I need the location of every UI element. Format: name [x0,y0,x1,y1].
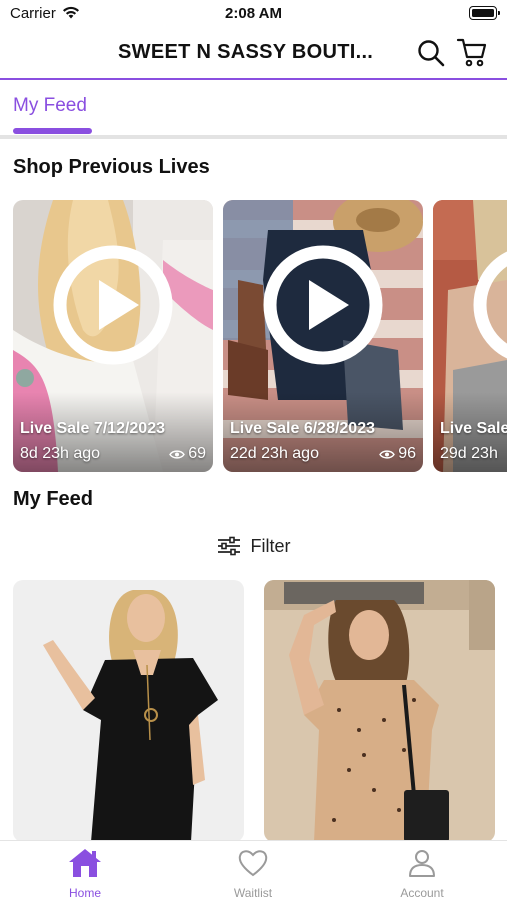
live-sale-card[interactable]: Live Sale 29d 23h [433,200,507,472]
product-card[interactable] [13,580,244,842]
nav-account[interactable]: Account [362,847,482,900]
views-number: 96 [398,445,416,462]
status-time: 2:08 AM [225,5,282,22]
play-icon[interactable] [261,243,385,367]
cart-icon[interactable] [456,36,488,68]
app-header: SWEET N SASSY BOUTI... [0,30,507,78]
status-bar: Carrier 2:08 AM [0,0,507,30]
live-title: Live Sale 7/12/2023 [20,420,165,437]
previous-lives-heading: Shop Previous Lives [13,156,210,178]
play-icon[interactable] [51,243,175,367]
battery-icon [469,6,500,20]
live-sale-card[interactable]: Live Sale 6/28/2023 22d 23h ago 96 [223,200,423,472]
live-view-count: 69 [169,445,206,463]
product-card[interactable] [264,580,495,842]
heart-icon [238,850,268,877]
filter-button[interactable]: Filter [0,534,507,558]
feed-heading: My Feed [13,488,94,510]
bottom-nav: Home Waitlist Account [0,840,507,900]
live-time-ago: 22d 23h ago [230,445,319,462]
filter-label: Filter [250,535,291,556]
live-title: Live Sale [440,420,507,437]
product-image [13,580,244,842]
live-view-count: 96 [379,445,416,463]
tab-active-indicator [13,128,92,134]
nav-home-label: Home [68,886,101,900]
live-time-ago: 8d 23h ago [20,445,101,462]
search-icon[interactable] [416,38,446,68]
views-number: 69 [188,445,206,462]
live-sale-card[interactable]: Live Sale 7/12/2023 8d 23h ago 69 [13,200,213,472]
eye-icon [379,449,396,459]
tab-my-feed[interactable]: My Feed [13,95,87,117]
account-icon [409,850,435,877]
home-icon [69,849,101,877]
filter-icon [217,536,240,556]
nav-account-label: Account [400,886,444,900]
play-icon[interactable] [471,243,507,367]
store-title: SWEET N SASSY BOUTI... [118,41,374,63]
eye-icon [169,449,186,459]
nav-home[interactable]: Home [25,847,145,900]
live-time-ago: 29d 23h [440,445,498,462]
live-title: Live Sale 6/28/2023 [230,420,375,437]
product-image [264,580,495,842]
nav-waitlist-label: Waitlist [233,886,273,900]
nav-waitlist[interactable]: Waitlist [193,847,313,900]
tabs-divider [0,135,507,139]
